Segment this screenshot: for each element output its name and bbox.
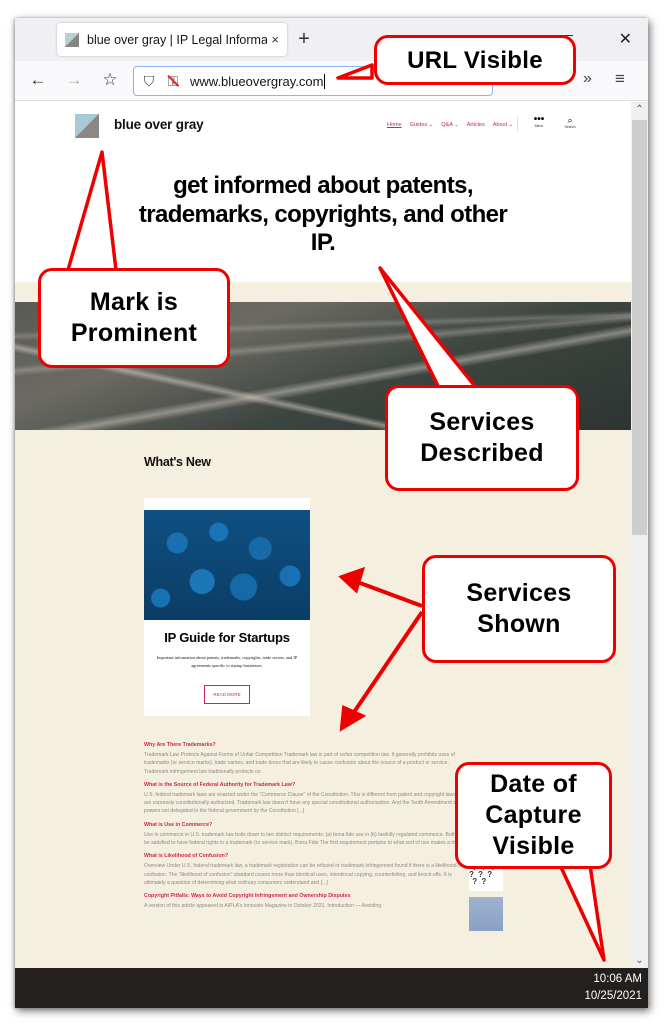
scroll-down-icon[interactable]: ⌄	[631, 955, 648, 966]
site-favicon-icon	[65, 32, 79, 47]
logo-mark-icon[interactable]	[75, 114, 99, 138]
extensions-overflow-icon[interactable]: »	[583, 70, 592, 88]
list-item: What is Likelihood of Confusion? Overvie…	[144, 853, 504, 892]
featured-card[interactable]: IP Guide for Startups Important informat…	[144, 498, 310, 716]
scroll-up-icon[interactable]: ⌃	[631, 104, 648, 115]
list-item: Copyright Pitfalls: Ways to Avoid Copyri…	[144, 893, 504, 932]
hero-title: get informed about patents, trademarks, …	[138, 172, 508, 256]
nav-home[interactable]: Home	[387, 122, 402, 128]
tab-title: blue over gray | IP Legal Informa	[87, 32, 268, 47]
scrollbar-thumb[interactable]	[632, 120, 647, 535]
browser-tab[interactable]: blue over gray | IP Legal Informa ×	[57, 23, 287, 56]
window-close-button[interactable]: ✕	[619, 29, 632, 49]
nav-guides[interactable]: Guides ⌄	[410, 122, 434, 128]
nav-qa[interactable]: Q&A ⌄	[441, 122, 458, 128]
site-nav: Home Guides ⌄ Q&A ⌄ Articles About ⌄	[387, 122, 513, 128]
clock-time: 10:06 AM	[593, 973, 642, 985]
site-header: blue over gray Home Guides ⌄ Q&A ⌄ Artic…	[15, 102, 631, 282]
article-title[interactable]: What is Likelihood of Confusion?	[144, 853, 504, 859]
callout-services-shown: Services Shown	[422, 555, 616, 663]
article-excerpt: A version of this article appeared in AI…	[144, 903, 382, 910]
article-list: Why Are There Trademarks? Trademark Law …	[144, 742, 504, 932]
insecure-lock-icon[interactable]: ⚿	[166, 73, 180, 90]
callout-text: Date of Capture Visible	[485, 770, 582, 860]
nav-about[interactable]: About ⌄	[493, 122, 514, 128]
tab-close-icon[interactable]: ×	[271, 32, 279, 47]
list-item: What is the Source of Federal Authority …	[144, 782, 504, 816]
callout-url-visible: URL Visible	[374, 35, 576, 85]
list-item: What is Use in Commerce? Use in commerce…	[144, 822, 504, 848]
shield-icon[interactable]: ⛉	[142, 73, 156, 90]
system-clock[interactable]: 10:06 AM 10/25/2021	[584, 971, 642, 1005]
nav-articles[interactable]: Articles	[467, 122, 485, 128]
sky-thumbnail[interactable]	[469, 897, 503, 932]
card-title[interactable]: IP Guide for Startups	[144, 630, 310, 645]
bookmark-star-icon[interactable]: ☆	[99, 70, 121, 90]
callout-text: Services Described	[420, 408, 544, 467]
article-title[interactable]: What is the Source of Federal Authority …	[144, 782, 504, 788]
annotated-screenshot: blue over gray | IP Legal Informa × + — …	[0, 0, 666, 1024]
article-excerpt: Trademark Law Protects Against Forms of …	[144, 752, 455, 775]
read-more-button[interactable]: READ MORE	[204, 685, 250, 704]
callout-text: Mark is Prominent	[70, 288, 198, 347]
article-excerpt: Overview Under U.S. federal trademark la…	[144, 863, 463, 886]
site-name[interactable]: blue over gray	[114, 117, 204, 132]
url-text[interactable]: www.blueovergray.com	[190, 74, 323, 89]
os-taskbar: 10:06 AM 10/25/2021	[15, 968, 648, 1008]
menu-button[interactable]: ••• Menu	[532, 114, 546, 129]
list-item: Why Are There Trademarks? Trademark Law …	[144, 742, 504, 776]
search-button[interactable]: ⌕ Search	[562, 115, 578, 129]
more-dots-icon: •••	[533, 114, 545, 125]
callout-date-visible: Date of Capture Visible	[455, 762, 612, 869]
card-image-tulips[interactable]	[144, 510, 310, 620]
back-button[interactable]: ←	[27, 70, 49, 90]
article-title[interactable]: What is Use in Commerce?	[144, 822, 504, 828]
text-caret	[324, 73, 326, 89]
callout-services-described: Services Described	[385, 385, 579, 491]
callout-mark-prominent: Mark is Prominent	[38, 268, 230, 368]
article-excerpt: Use in commerce in U.S. trademark law bo…	[144, 831, 472, 847]
article-title[interactable]: Copyright Pitfalls: Ways to Avoid Copyri…	[144, 893, 504, 899]
whats-new-heading: What's New	[144, 455, 211, 469]
hamburger-menu-icon[interactable]: ≡	[615, 69, 625, 89]
callout-text: Services Shown	[466, 579, 572, 638]
search-label: Search	[564, 125, 576, 129]
article-excerpt: U.S. federal trademark laws are enacted …	[144, 791, 474, 815]
vertical-scrollbar[interactable]: ⌃ ⌄	[631, 102, 648, 968]
article-title[interactable]: Why Are There Trademarks?	[144, 742, 504, 748]
clock-date: 10/25/2021	[584, 990, 642, 1002]
search-icon: ⌕	[567, 115, 573, 125]
card-description: Important information about patents, tra…	[156, 655, 298, 668]
nav-divider	[517, 117, 518, 131]
new-tab-button[interactable]: +	[293, 28, 315, 51]
forward-button[interactable]: →	[63, 70, 85, 90]
